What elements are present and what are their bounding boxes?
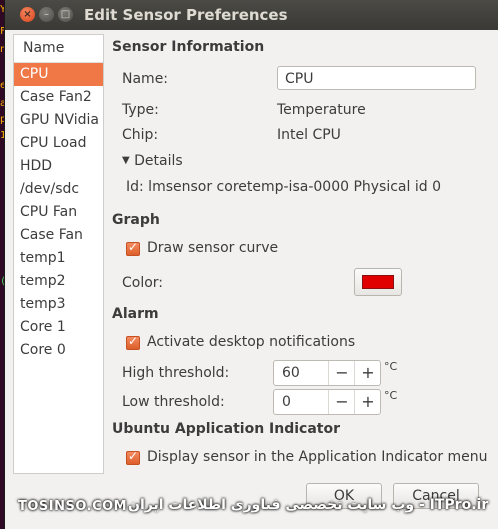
notifications-label[interactable]: Activate desktop notifications bbox=[147, 334, 355, 350]
low-threshold-spinner: 0 − + bbox=[273, 389, 381, 415]
expander-arrow-icon: ▼ bbox=[122, 155, 130, 166]
sensor-information-heading: Sensor Information bbox=[112, 39, 265, 55]
name-label: Name: bbox=[122, 71, 169, 87]
low-threshold-value[interactable]: 0 bbox=[282, 394, 291, 410]
sensor-list-item[interactable]: GPU NVidia bbox=[14, 109, 103, 132]
sensor-list-item[interactable]: temp1 bbox=[14, 247, 103, 270]
sensor-list-item[interactable]: CPU Load bbox=[14, 132, 103, 155]
details-expander[interactable]: ▼ Details bbox=[122, 153, 183, 169]
draw-curve-label[interactable]: Draw sensor curve bbox=[147, 240, 278, 256]
sensor-list-item[interactable]: /dev/sdc bbox=[14, 178, 103, 201]
sensor-list-header[interactable]: Name bbox=[14, 35, 103, 63]
draw-curve-checkbox[interactable] bbox=[126, 240, 140, 256]
window-title: Edit Sensor Preferences bbox=[84, 6, 288, 24]
high-threshold-value[interactable]: 60 bbox=[282, 365, 300, 381]
low-threshold-decrement-button[interactable]: − bbox=[328, 390, 355, 414]
low-threshold-increment-button[interactable]: + bbox=[354, 390, 381, 414]
color-picker-button[interactable] bbox=[354, 268, 402, 296]
type-label: Type: bbox=[122, 102, 159, 118]
high-threshold-decrement-button[interactable]: − bbox=[328, 361, 355, 385]
sensor-list-item[interactable]: CPU Fan bbox=[14, 201, 103, 224]
notifications-checkbox[interactable] bbox=[126, 334, 140, 350]
close-button[interactable]: × bbox=[20, 7, 35, 22]
low-threshold-unit: °C bbox=[384, 389, 398, 402]
watermark: TOSINSO.COM ITPro.ir - وب سایت تخصصی فنا… bbox=[0, 496, 498, 520]
color-swatch bbox=[362, 275, 394, 289]
sensor-name-input[interactable]: CPU bbox=[277, 66, 476, 90]
sensor-list-item[interactable]: CPU bbox=[14, 63, 103, 86]
sensor-id-text: Id: lmsensor coretemp-isa-0000 Physical … bbox=[126, 179, 441, 195]
title-bar: × – □ Edit Sensor Preferences bbox=[5, 0, 498, 30]
minimize-icon: – bbox=[44, 8, 49, 20]
low-threshold-label: Low threshold: bbox=[122, 394, 225, 410]
close-icon: × bbox=[23, 8, 32, 20]
sensor-list-item[interactable]: temp3 bbox=[14, 293, 103, 316]
maximize-icon: □ bbox=[60, 8, 71, 20]
type-value: Temperature bbox=[277, 102, 366, 118]
graph-heading: Graph bbox=[112, 212, 160, 228]
alarm-heading: Alarm bbox=[112, 306, 159, 322]
display-indicator-checkbox[interactable] bbox=[126, 449, 140, 465]
details-label: Details bbox=[134, 153, 183, 169]
sensor-list-item[interactable]: Case Fan bbox=[14, 224, 103, 247]
chip-value: Intel CPU bbox=[277, 127, 341, 143]
sensor-preferences-dialog: × – □ Edit Sensor Preferences Name CPU C… bbox=[4, 0, 498, 529]
indicator-heading: Ubuntu Application Indicator bbox=[112, 421, 340, 437]
chip-label: Chip: bbox=[122, 127, 159, 143]
color-label: Color: bbox=[122, 275, 164, 291]
high-threshold-spinner: 60 − + bbox=[273, 360, 381, 386]
sensor-list: Name CPU Case Fan2 GPU NVidia CPU Load H… bbox=[13, 34, 104, 474]
sensor-list-item[interactable]: Core 1 bbox=[14, 316, 103, 339]
sensor-list-item[interactable]: Core 0 bbox=[14, 339, 103, 362]
watermark-right: ITPro.ir - وب سایت تخصصی فناوری اطلاعات … bbox=[128, 497, 489, 513]
display-indicator-label[interactable]: Display sensor in the Application Indica… bbox=[147, 449, 488, 465]
high-threshold-unit: °C bbox=[384, 360, 398, 373]
sensor-list-item[interactable]: HDD bbox=[14, 155, 103, 178]
high-threshold-increment-button[interactable]: + bbox=[354, 361, 381, 385]
high-threshold-label: High threshold: bbox=[122, 365, 230, 381]
sensor-list-item[interactable]: Case Fan2 bbox=[14, 86, 103, 109]
minimize-button[interactable]: – bbox=[39, 7, 54, 22]
sensor-list-item[interactable]: temp2 bbox=[14, 270, 103, 293]
watermark-left: TOSINSO.COM bbox=[18, 499, 128, 514]
maximize-button[interactable]: □ bbox=[58, 7, 73, 22]
